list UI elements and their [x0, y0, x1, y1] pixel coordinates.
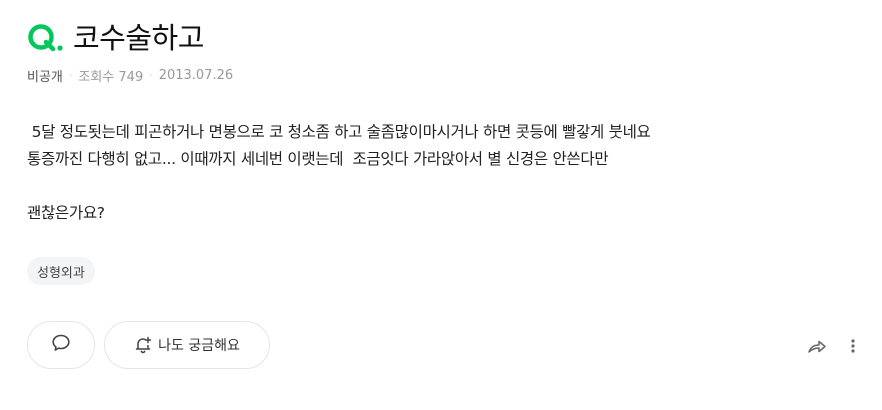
body-line: 5달 정도됫는데 피곤하거나 면봉으로 코 청소좀 하고 술좀많이마시거나 하면… [27, 123, 651, 141]
category-tag[interactable]: 성형외과 [27, 257, 95, 285]
question-body: 5달 정도됫는데 피곤하거나 면봉으로 코 청소좀 하고 술좀많이마시거나 하면… [27, 119, 847, 227]
curious-label: 나도 궁금해요 [158, 338, 240, 354]
question-title: 코수술하고 [73, 21, 204, 55]
share-button[interactable] [807, 336, 827, 356]
body-line: 괜찮은가요? [27, 204, 105, 222]
q-mark-icon [27, 20, 65, 52]
speech-bubble-icon [51, 333, 71, 357]
meta-separator: · [149, 69, 153, 82]
question-meta: 비공개 · 조회수 749 · 2013.07.26 [27, 66, 233, 85]
body-line: 통증까진 다행히 없고... 이때까지 세네번 이랫는데 조금잇다 가라앉아서 … [27, 150, 609, 168]
curious-button[interactable]: 나도 궁금해요 [104, 321, 270, 369]
post-date: 2013.07.26 [158, 68, 234, 83]
share-arrow-icon [808, 340, 826, 353]
meta-separator: · [68, 69, 73, 82]
bell-plus-icon [135, 336, 152, 354]
question-header: 코수술하고 [27, 16, 204, 56]
more-vertical-icon [851, 339, 855, 353]
question-card: 코수술하고 비공개 · 조회수 749 · 2013.07.26 5달 정도됫는… [27, 0, 867, 410]
visibility-label: 비공개 [27, 70, 63, 85]
more-button[interactable] [843, 336, 863, 356]
comment-button[interactable] [27, 321, 95, 369]
view-count: 조회수 749 [78, 70, 144, 85]
